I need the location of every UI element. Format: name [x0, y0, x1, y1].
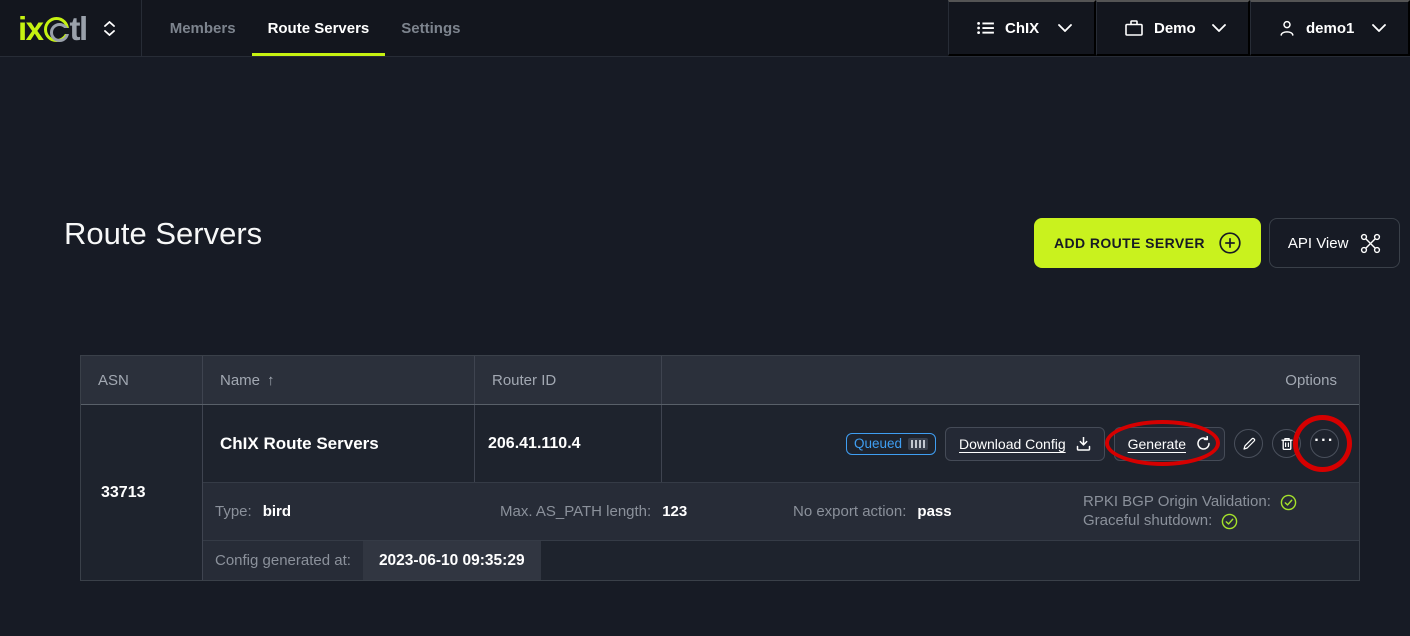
top-navbar: ix tl Members Route Servers Settings — [0, 0, 1410, 57]
download-icon — [1076, 436, 1091, 451]
exchange-selector-label: ChIX — [1005, 20, 1039, 37]
config-generated-timestamp: 2023-06-10 09:35:29 — [363, 541, 541, 580]
navbar-right: ChIX Demo — [948, 0, 1410, 56]
status-badge: Queued — [846, 433, 936, 455]
plus-circle-icon — [1219, 232, 1241, 254]
column-header-asn: ASN — [81, 356, 203, 404]
api-network-icon — [1360, 233, 1381, 254]
table-row: ChIX Route Servers 206.41.110.4 Queued D… — [203, 405, 1359, 482]
main-nav: Members Route Servers Settings — [141, 0, 477, 56]
app-switcher-button[interactable] — [104, 21, 115, 36]
generate-config-button[interactable]: Generate — [1114, 427, 1225, 461]
logo-text-ix: ix — [18, 12, 43, 45]
page-title: Route Servers — [64, 216, 262, 252]
check-circle-icon — [1221, 513, 1238, 530]
row-actions: Queued Download Config — [662, 405, 1359, 482]
briefcase-icon — [1125, 20, 1143, 36]
pencil-icon — [1242, 437, 1256, 451]
table-body: 33713 ChIX Route Servers 206.41.110.4 Qu… — [81, 405, 1359, 580]
config-generated-label: Config generated at: — [215, 552, 351, 569]
route-server-details-row: Type: bird Max. AS_PATH length: 123 No e… — [203, 482, 1359, 540]
user-menu-label: demo1 — [1306, 20, 1354, 37]
config-generated-box: Config generated at: 2023-06-10 09:35:29 — [203, 541, 541, 580]
flag-graceful-shutdown: Graceful shutdown: — [1083, 513, 1359, 530]
delete-button[interactable] — [1272, 429, 1301, 458]
column-header-options: Options — [662, 356, 1359, 404]
logo-c-mark-icon — [44, 17, 69, 42]
download-config-button[interactable]: Download Config — [945, 427, 1105, 461]
asn-cell: 33713 — [81, 405, 203, 580]
logo-text-tl: tl — [70, 12, 87, 45]
page-actions: ADD ROUTE SERVER API View — [1034, 218, 1400, 268]
tab-members[interactable]: Members — [154, 0, 252, 56]
api-view-label: API View — [1288, 235, 1349, 252]
table-header-row: ASN Name ↑ Router ID Options — [81, 356, 1359, 405]
tab-settings[interactable]: Settings — [385, 0, 476, 56]
chevron-down-icon — [1212, 24, 1226, 32]
detail-type: Type: bird — [203, 503, 500, 520]
chevron-down-icon — [1058, 24, 1072, 32]
chevron-down-icon — [1372, 24, 1386, 32]
router-id-cell: 206.41.110.4 — [475, 405, 662, 482]
chevron-up-icon — [104, 21, 115, 27]
chevron-down-icon — [104, 30, 115, 36]
queue-bars-icon — [908, 438, 928, 450]
app-root: ix tl Members Route Servers Settings — [0, 0, 1410, 636]
route-server-name: ChIX Route Servers — [203, 405, 475, 482]
user-menu[interactable]: demo1 — [1250, 0, 1410, 56]
route-servers-table: ASN Name ↑ Router ID Options 33713 ChIX … — [80, 355, 1360, 581]
check-circle-icon — [1280, 494, 1297, 511]
user-icon — [1279, 20, 1295, 36]
trash-icon — [1280, 437, 1294, 451]
detail-flags: RPKI BGP Origin Validation: Graceful shu… — [1083, 494, 1359, 530]
more-options-button[interactable]: ··· — [1310, 429, 1339, 458]
edit-button[interactable] — [1234, 429, 1263, 458]
config-generated-row: Config generated at: 2023-06-10 09:35:29 — [203, 540, 1359, 580]
list-icon — [977, 21, 994, 35]
organization-selector-label: Demo — [1154, 20, 1196, 37]
exchange-selector[interactable]: ChIX — [948, 0, 1096, 56]
api-view-button[interactable]: API View — [1269, 218, 1401, 268]
ellipsis-icon: ··· — [1314, 433, 1334, 449]
column-header-name[interactable]: Name ↑ — [203, 356, 475, 404]
tab-route-servers[interactable]: Route Servers — [252, 0, 386, 56]
sort-ascending-icon: ↑ — [267, 372, 275, 389]
flag-rpki: RPKI BGP Origin Validation: — [1083, 494, 1359, 511]
detail-max-as-path: Max. AS_PATH length: 123 — [500, 503, 793, 520]
detail-no-export-action: No export action: pass — [793, 503, 1083, 520]
column-header-router-id: Router ID — [475, 356, 662, 404]
organization-selector[interactable]: Demo — [1096, 0, 1250, 56]
add-route-server-button[interactable]: ADD ROUTE SERVER — [1034, 218, 1261, 268]
add-route-server-label: ADD ROUTE SERVER — [1054, 235, 1205, 251]
ixctl-logo[interactable]: ix tl — [18, 12, 87, 45]
refresh-icon — [1196, 436, 1211, 451]
